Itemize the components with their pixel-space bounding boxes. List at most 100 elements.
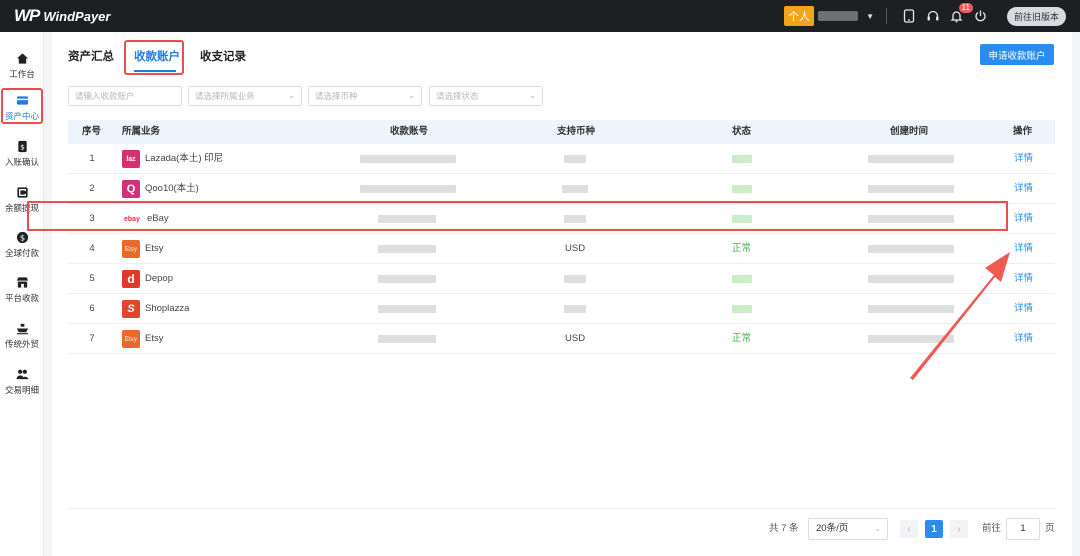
platform-name: Depop — [145, 273, 173, 284]
deposit-icon: $ — [17, 140, 27, 153]
business-select-input[interactable] — [195, 91, 301, 101]
page-size-select[interactable]: 20条/页 ⌄ — [808, 518, 888, 540]
sidebar-item-label: 传统外贸 — [4, 339, 39, 349]
account-search-input[interactable] — [75, 91, 181, 101]
row-index: 6 — [89, 303, 95, 314]
details-link[interactable]: 详情 — [1014, 174, 1033, 204]
depop-logo-icon: d — [122, 270, 140, 288]
platform-name: Etsy — [145, 243, 164, 254]
page-size-value: 20条/页 — [816, 523, 849, 534]
status-redacted — [732, 275, 752, 283]
tablet-icon[interactable] — [902, 9, 916, 23]
prev-page-button[interactable]: ‹ — [900, 520, 918, 538]
apply-account-button[interactable]: 申请收款账户 — [980, 44, 1054, 65]
column-header-action: 操作 — [1013, 126, 1033, 137]
column-header-created: 创建时间 — [890, 126, 929, 137]
platform-cell: S Shoplazza — [122, 294, 189, 324]
svg-text:$: $ — [19, 233, 24, 243]
column-header-status: 状态 — [732, 126, 752, 137]
currency-redacted — [562, 185, 588, 193]
account-number-redacted — [378, 305, 436, 313]
platform-cell: laz Lazada(本土) 印尼 — [122, 144, 223, 174]
row-index: 2 — [89, 183, 95, 194]
column-header-account: 收款账号 — [390, 126, 429, 137]
currency-select-input[interactable] — [315, 91, 421, 101]
users-icon — [15, 369, 29, 380]
sidebar-item-global-payment[interactable]: $ 全球付款 — [0, 225, 44, 265]
svg-text:$: $ — [20, 142, 25, 151]
qoo10-logo-icon: Q — [122, 180, 140, 198]
sidebar-item-asset-center[interactable]: 资产中心 — [0, 88, 44, 128]
account-number-redacted — [378, 245, 436, 253]
tab-income-expense-records[interactable]: 收支记录 — [200, 48, 246, 64]
business-select[interactable]: ⌄ — [188, 86, 302, 106]
sidebar-item-traditional-trade[interactable]: 传统外贸 — [0, 316, 44, 356]
sidebar-item-deposit-confirm[interactable]: $ 入账确认 — [0, 134, 44, 174]
shoplazza-logo-icon: S — [122, 300, 140, 318]
total-count: 共 7 条 — [769, 523, 799, 534]
row-index: 4 — [89, 243, 95, 254]
status-select-input[interactable] — [436, 91, 542, 101]
highlight-box — [124, 40, 184, 75]
chevron-down-icon: ⌄ — [874, 524, 881, 533]
power-icon[interactable] — [974, 9, 988, 23]
highlight-box — [27, 201, 1008, 231]
account-number-redacted — [360, 185, 456, 193]
status-value: 正常 — [732, 333, 752, 344]
sidebar-item-label: 入账确认 — [4, 157, 39, 167]
status-redacted — [732, 305, 752, 313]
sidebar-item-platform-collection[interactable]: 平台收款 — [0, 270, 44, 310]
headset-icon[interactable] — [926, 9, 940, 23]
account-number-redacted — [378, 335, 436, 343]
sidebar-item-label: 工作台 — [9, 69, 35, 79]
account-dropdown-icon[interactable]: ▼ — [866, 12, 874, 21]
platform-cell: Etsy Etsy — [122, 234, 163, 264]
chevron-down-icon: ⌄ — [408, 91, 415, 100]
annotation-arrow-icon — [910, 252, 1010, 380]
platform-name: Shoplazza — [145, 303, 190, 314]
old-version-button[interactable]: 前往旧版本 — [1006, 6, 1066, 26]
tab-asset-summary[interactable]: 资产汇总 — [68, 48, 114, 64]
platform-cell: d Depop — [122, 264, 173, 294]
bell-icon[interactable]: 11 — [950, 3, 973, 23]
platform-cell: Q Qoo10(本土) — [122, 174, 199, 204]
sidebar-item-label: 交易明细 — [4, 385, 39, 395]
logo-text: WindPayer — [43, 8, 111, 24]
platform-name: Lazada(本土) 印尼 — [145, 153, 224, 164]
sidebar-item-workbench[interactable]: 工作台 — [0, 46, 44, 86]
column-header-currency: 支持币种 — [557, 126, 596, 137]
chevron-down-icon: ⌄ — [288, 91, 295, 100]
logo-mark: WP — [14, 6, 40, 25]
details-link[interactable]: 详情 — [1014, 204, 1033, 234]
goto-label: 前往 — [982, 523, 1002, 534]
created-time-redacted — [868, 155, 954, 163]
sidebar-item-label: 全球付款 — [4, 248, 39, 258]
status-select[interactable]: ⌄ — [429, 86, 543, 106]
status-redacted — [732, 155, 752, 163]
platform-cell: Etsy Etsy — [122, 324, 163, 354]
page-unit-label: 页 — [1045, 523, 1055, 534]
notification-count-badge: 11 — [958, 3, 973, 13]
account-number-redacted — [360, 155, 456, 163]
details-link[interactable]: 详情 — [1014, 144, 1033, 174]
store-icon — [16, 277, 28, 288]
etsy-logo-icon: Etsy — [122, 330, 140, 348]
currency-redacted — [564, 155, 586, 163]
brand-logo[interactable]: WP WindPayer — [14, 6, 110, 26]
sidebar-item-transactions[interactable]: 交易明细 — [0, 362, 44, 402]
account-type-badge[interactable]: 个人 — [784, 6, 815, 26]
platform-name: Qoo10(本土) — [145, 183, 199, 194]
currency-redacted — [564, 275, 586, 283]
next-page-button[interactable]: › — [950, 520, 968, 538]
currency-select[interactable]: ⌄ — [308, 86, 422, 106]
account-name-redacted — [818, 11, 859, 21]
page-button-current[interactable]: 1 — [925, 520, 943, 538]
etsy-logo-icon: Etsy — [122, 240, 140, 258]
created-time-redacted — [868, 185, 954, 193]
account-search-field[interactable] — [68, 86, 182, 106]
chevron-down-icon: ⌄ — [529, 91, 536, 100]
table-row: 2 Q Qoo10(本土) 详情 — [68, 174, 1055, 204]
table-row: 1 laz Lazada(本土) 印尼 详情 — [68, 144, 1055, 174]
goto-page-input[interactable]: 1 — [1006, 518, 1040, 540]
currency-value: USD — [565, 243, 586, 254]
